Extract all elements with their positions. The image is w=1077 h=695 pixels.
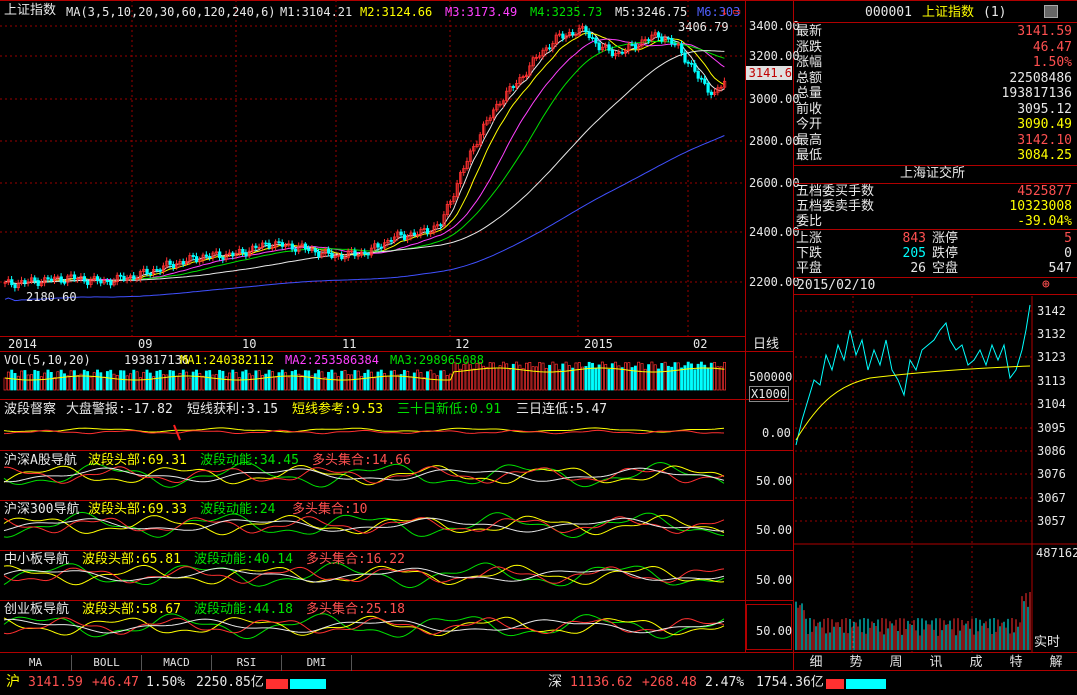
sz-breadth-bar — [826, 679, 886, 689]
tab-macd[interactable]: MACD — [142, 655, 212, 671]
sz-pct: 2.47% — [705, 675, 745, 690]
sh-price: 3141.59 — [28, 675, 83, 690]
intraday-chart[interactable] — [0, 0, 1077, 652]
right-tab-item[interactable]: 细 — [797, 655, 835, 671]
intraday-tick: 3132 — [1037, 327, 1066, 341]
intraday-tick: 3095 — [1037, 421, 1066, 435]
sz-amount: 1754.36亿 — [756, 675, 824, 690]
right-tab-item[interactable]: 势 — [837, 655, 875, 671]
sh-amount: 2250.85亿 — [196, 675, 264, 690]
intraday-tick: 3142 — [1037, 304, 1066, 318]
tab-ma[interactable]: MA — [0, 655, 72, 671]
intraday-tick: 3067 — [1037, 491, 1066, 505]
sz-change: +268.48 — [642, 675, 697, 690]
sh-label: 沪 — [6, 674, 20, 690]
intraday-tick: 3123 — [1037, 350, 1066, 364]
right-tab-item[interactable]: 讯 — [917, 655, 955, 671]
intraday-mode[interactable]: 实时 — [1034, 636, 1060, 650]
sh-breadth-bar — [266, 679, 326, 689]
intraday-tick: 3057 — [1037, 514, 1066, 528]
stock-terminal: 上证指数 MA(3,5,10,20,30,60,120,240,6) M1:31… — [0, 0, 1077, 695]
right-tab-item[interactable]: 特 — [997, 655, 1035, 671]
tab-boll[interactable]: BOLL — [72, 655, 142, 671]
right-tab-item[interactable]: 成 — [957, 655, 995, 671]
intraday-avg-line — [795, 365, 1031, 441]
tab-dmi[interactable]: DMI — [282, 655, 352, 671]
intraday-price-line — [795, 304, 1031, 446]
sh-pct: 1.50% — [146, 675, 186, 690]
intraday-tick: 3113 — [1037, 374, 1066, 388]
sh-change: +46.47 — [92, 675, 139, 690]
sz-label: 深 — [548, 674, 562, 690]
status-bar: 沪 3141.59 +46.47 1.50% 2250.85亿 深 11136.… — [0, 671, 1077, 695]
sz-price: 11136.62 — [570, 675, 633, 690]
tab-rsi[interactable]: RSI — [212, 655, 282, 671]
right-tab-item[interactable]: 周 — [877, 655, 915, 671]
intraday-tick: 3086 — [1037, 444, 1066, 458]
right-tab-item[interactable]: 解 — [1037, 655, 1075, 671]
intraday-tick: 3076 — [1037, 467, 1066, 481]
intraday-tick: 3104 — [1037, 397, 1066, 411]
intraday-vol-max: 487162 — [1036, 546, 1077, 560]
